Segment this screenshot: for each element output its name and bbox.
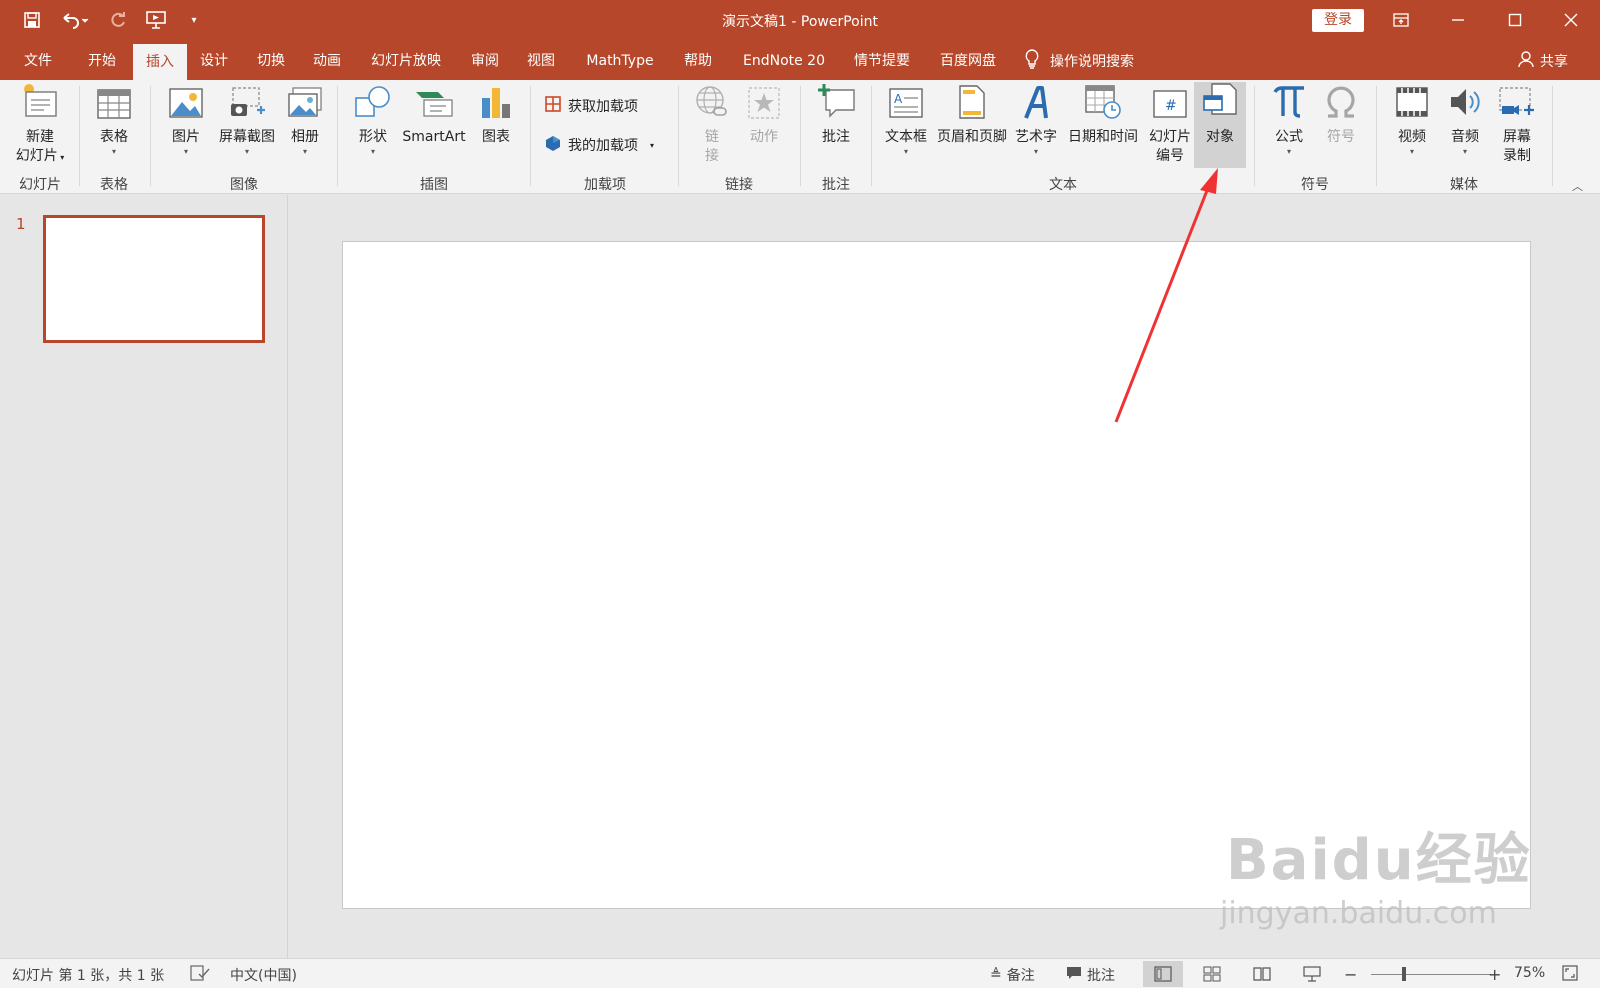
- zoom-in-icon[interactable]: +: [1488, 965, 1501, 984]
- slide-count-status: 幻灯片 第 1 张，共 1 张: [12, 968, 165, 984]
- notes-icon: ≜: [990, 967, 1002, 983]
- notes-label: 备注: [1006, 968, 1035, 984]
- comment-bubble-icon: [1066, 966, 1082, 984]
- fit-to-window-icon[interactable]: [1562, 965, 1578, 981]
- baidu-watermark: Baidu经验 jingyan.baidu.com: [1220, 815, 1532, 931]
- watermark-main: Baidu经验: [1226, 828, 1532, 893]
- comments-button[interactable]: 批注: [1066, 965, 1115, 985]
- comments-label: 批注: [1087, 968, 1115, 984]
- notes-button[interactable]: ≜ 备注: [990, 965, 1035, 985]
- zoom-slider-handle[interactable]: [1402, 967, 1406, 981]
- spelling-check-icon[interactable]: [190, 965, 210, 981]
- zoom-out-icon[interactable]: −: [1344, 965, 1357, 984]
- reading-view-icon[interactable]: [1242, 961, 1282, 987]
- normal-view-icon[interactable]: [1143, 961, 1183, 987]
- slideshow-view-icon[interactable]: [1292, 961, 1332, 987]
- zoom-level[interactable]: 75%: [1514, 965, 1545, 981]
- language-status[interactable]: 中文(中国): [230, 965, 297, 985]
- status-bar: 幻灯片 第 1 张，共 1 张 中文(中国) ≜ 备注 批注 − + 75%: [0, 958, 1600, 988]
- zoom-slider[interactable]: [1371, 974, 1491, 975]
- watermark-sub: jingyan.baidu.com: [1220, 896, 1497, 931]
- slide-sorter-view-icon[interactable]: [1192, 961, 1232, 987]
